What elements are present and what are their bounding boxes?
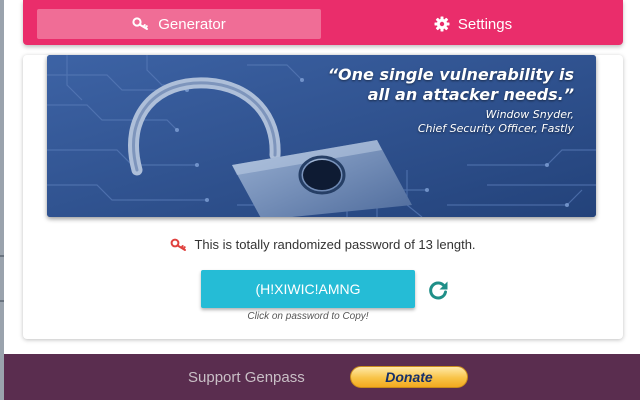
key-icon	[171, 238, 187, 251]
support-footer: Support Genpass Donate	[4, 354, 640, 400]
info-text: This is totally randomized password of 1…	[194, 237, 476, 252]
support-text: Support Genpass	[188, 369, 305, 386]
security-quote-banner: “One single vulnerability is all an atta…	[47, 55, 596, 217]
quote-line: “One single vulnerability is	[327, 65, 574, 84]
password-copy-button[interactable]: (H!XIWIC!AMNG	[201, 270, 415, 308]
author-title: Chief Security Officer, Fastly	[417, 122, 574, 135]
copy-hint: Click on password to Copy!	[247, 311, 369, 322]
refresh-icon[interactable]	[427, 279, 449, 301]
key-icon	[132, 17, 149, 30]
strip-mark	[0, 300, 4, 302]
strip-mark	[0, 255, 4, 257]
generator-card: “One single vulnerability is all an atta…	[23, 55, 623, 339]
quote-line: all an attacker needs.”	[367, 85, 574, 104]
top-navigation-bar: Generator Settings	[23, 0, 623, 45]
banner-quote: “One single vulnerability is all an atta…	[328, 65, 574, 105]
author-name: Window Snyder,	[485, 108, 574, 121]
donate-button[interactable]: Donate	[350, 366, 468, 388]
tab-generator-label: Generator	[158, 15, 226, 33]
tab-settings[interactable]: Settings	[323, 9, 623, 39]
left-edge-strip	[0, 0, 4, 400]
password-info: This is totally randomized password of 1…	[23, 237, 623, 252]
banner-author: Window Snyder, Chief Security Officer, F…	[418, 108, 574, 136]
gear-icon	[434, 16, 450, 32]
tab-settings-label: Settings	[457, 15, 513, 33]
tab-generator[interactable]: Generator	[37, 9, 321, 39]
